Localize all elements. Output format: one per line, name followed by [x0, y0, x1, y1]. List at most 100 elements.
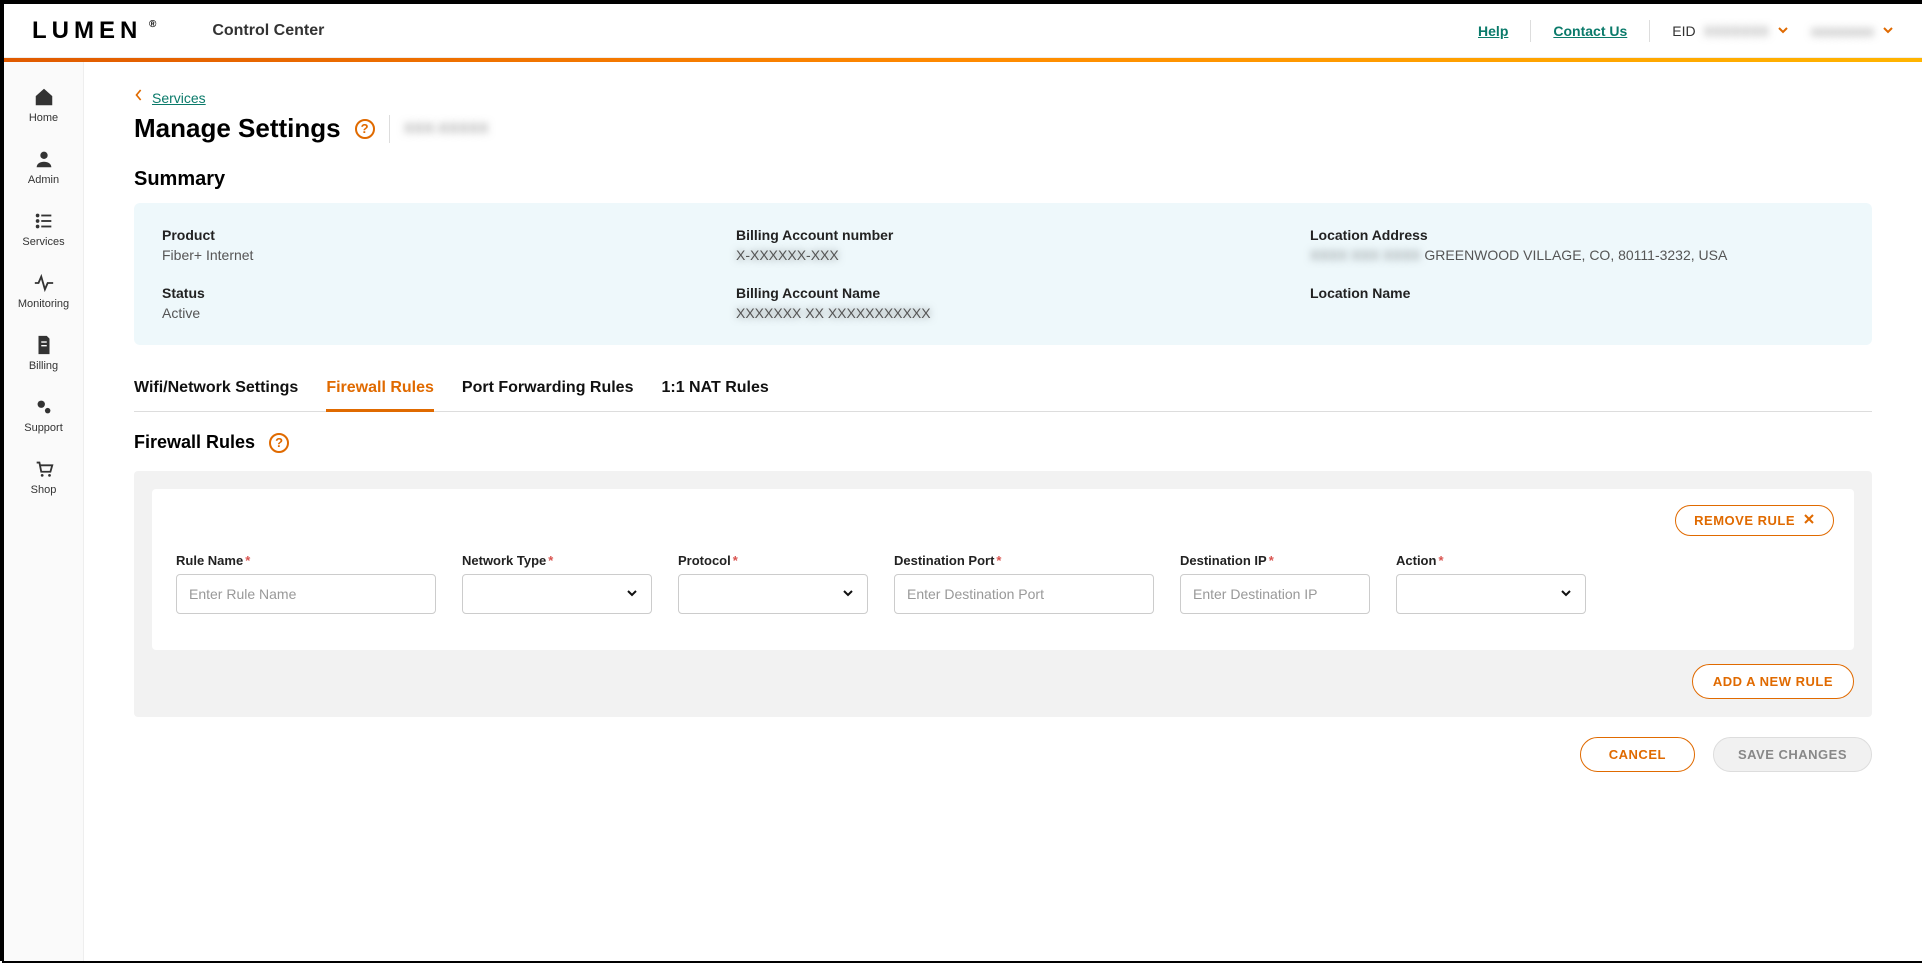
brand-text: LUMEN	[32, 17, 142, 44]
help-link[interactable]: Help	[1478, 23, 1508, 39]
divider	[1649, 20, 1650, 42]
action-select[interactable]	[1396, 574, 1586, 614]
eid-label: EID	[1672, 23, 1695, 39]
sidebar-item-label: Billing	[29, 360, 58, 372]
label: Location Name	[1310, 285, 1844, 301]
user-icon	[4, 148, 83, 170]
chevron-down-icon	[1559, 586, 1573, 603]
gears-icon	[4, 396, 83, 418]
value: X-XXXXXX-XXX	[736, 247, 1270, 263]
help-icon[interactable]: ?	[269, 433, 289, 453]
field-destination-ip: Destination IP*	[1180, 553, 1370, 614]
sidebar-item-billing[interactable]: Billing	[4, 324, 83, 386]
divider	[389, 115, 390, 143]
rules-container: REMOVE RULE Rule Name* Network Type*	[134, 471, 1872, 717]
sidebar-item-label: Services	[22, 236, 64, 248]
sidebar-item-shop[interactable]: Shop	[4, 448, 83, 510]
add-new-rule-button[interactable]: ADD A NEW RULE	[1692, 664, 1854, 699]
sidebar-item-home[interactable]: Home	[4, 76, 83, 138]
sidebar-item-admin[interactable]: Admin	[4, 138, 83, 200]
summary-heading: Summary	[134, 168, 1872, 191]
label: Product	[162, 227, 696, 243]
remove-rule-label: REMOVE RULE	[1694, 513, 1795, 528]
contact-link[interactable]: Contact Us	[1553, 23, 1627, 39]
sidebar-item-monitoring[interactable]: Monitoring	[4, 262, 83, 324]
summary-location-address: Location Address XXXX XXX XXXX GREENWOOD…	[1310, 227, 1844, 263]
activity-icon	[4, 272, 83, 294]
tab-firewall-rules[interactable]: Firewall Rules	[326, 369, 434, 412]
label: Action*	[1396, 553, 1586, 568]
eid-value: XXXXXXX	[1704, 23, 1769, 39]
summary-ban: Billing Account number X-XXXXXX-XXX	[736, 227, 1270, 263]
sidebar-item-label: Monitoring	[18, 298, 69, 310]
sidebar-item-label: Admin	[28, 174, 59, 186]
protocol-select[interactable]	[678, 574, 868, 614]
main-content: Services Manage Settings ? XXX-XXXXX Sum…	[84, 62, 1922, 961]
tab-port-forwarding[interactable]: Port Forwarding Rules	[462, 369, 634, 411]
close-icon	[1803, 513, 1815, 528]
field-protocol: Protocol*	[678, 553, 868, 614]
tab-wifi-network[interactable]: Wifi/Network Settings	[134, 369, 298, 411]
chevron-down-icon	[625, 586, 639, 603]
page-title-row: Manage Settings ? XXX-XXXXX	[134, 113, 1872, 144]
home-icon	[4, 86, 83, 108]
summary-card: Product Fiber+ Internet Billing Account …	[134, 203, 1872, 345]
sidebar-item-services[interactable]: Services	[4, 200, 83, 262]
label: Billing Account Name	[736, 285, 1270, 301]
user-menu[interactable]: xxxxxxxxx	[1811, 23, 1894, 39]
value: Active	[162, 305, 696, 321]
chevron-down-icon	[1882, 23, 1894, 39]
top-bar-left: LUMEN® Control Center	[32, 17, 324, 45]
add-rule-row: ADD A NEW RULE	[152, 664, 1854, 699]
brand-mark: ®	[149, 19, 156, 30]
value: XXXX XXX XXXX GREENWOOD VILLAGE, CO, 801…	[1310, 247, 1844, 263]
tab-nat-rules[interactable]: 1:1 NAT Rules	[661, 369, 768, 411]
tab-row: Wifi/Network Settings Firewall Rules Por…	[134, 369, 1872, 412]
summary-product: Product Fiber+ Internet	[162, 227, 696, 263]
addr-masked: XXXX XXX XXXX	[1310, 247, 1421, 263]
label: Billing Account number	[736, 227, 1270, 243]
destination-port-input[interactable]	[894, 574, 1154, 614]
brand-logo: LUMEN®	[32, 17, 152, 45]
network-type-select[interactable]	[462, 574, 652, 614]
divider	[1530, 20, 1531, 42]
app-shell: Home Admin Services Monitoring Billing S…	[4, 62, 1922, 961]
label: Status	[162, 285, 696, 301]
page-title: Manage Settings	[134, 113, 341, 144]
eid-selector[interactable]: EID XXXXXXX	[1672, 23, 1789, 39]
panel-title: Firewall Rules	[134, 432, 255, 453]
invoice-icon	[4, 334, 83, 356]
sidebar-item-label: Support	[24, 422, 63, 434]
summary-ban-name: Billing Account Name XXXXXXX XX XXXXXXXX…	[736, 285, 1270, 321]
rule-name-input[interactable]	[176, 574, 436, 614]
remove-rule-button[interactable]: REMOVE RULE	[1675, 505, 1834, 536]
destination-ip-input[interactable]	[1180, 574, 1370, 614]
chevron-down-icon	[841, 586, 855, 603]
save-changes-button[interactable]: SAVE CHANGES	[1713, 737, 1872, 772]
sidebar-item-label: Shop	[31, 484, 57, 496]
cancel-button[interactable]: CANCEL	[1580, 737, 1695, 772]
label: Rule Name*	[176, 553, 436, 568]
field-action: Action*	[1396, 553, 1586, 614]
field-destination-port: Destination Port*	[894, 553, 1154, 614]
breadcrumb-link[interactable]: Services	[152, 90, 206, 106]
service-id: XXX-XXXXX	[404, 120, 489, 137]
chevron-down-icon	[1777, 23, 1789, 39]
sidebar-item-support[interactable]: Support	[4, 386, 83, 448]
sidebar: Home Admin Services Monitoring Billing S…	[4, 62, 84, 961]
label: Protocol*	[678, 553, 868, 568]
user-name: xxxxxxxxx	[1811, 23, 1874, 39]
cart-icon	[4, 458, 83, 480]
top-bar-right: Help Contact Us EID XXXXXXX xxxxxxxxx	[1478, 20, 1894, 42]
chevron-left-icon	[134, 88, 144, 107]
breadcrumb: Services	[134, 88, 1872, 107]
rule-fields: Rule Name* Network Type* Protocol*	[176, 553, 1830, 614]
summary-status: Status Active	[162, 285, 696, 321]
field-rule-name: Rule Name*	[176, 553, 436, 614]
label: Location Address	[1310, 227, 1844, 243]
value: XXXXXXX XX XXXXXXXXXXX	[736, 305, 1270, 321]
action-row: CANCEL SAVE CHANGES	[134, 737, 1872, 772]
top-bar: LUMEN® Control Center Help Contact Us EI…	[4, 4, 1922, 58]
help-icon[interactable]: ?	[355, 119, 375, 139]
summary-location-name: Location Name	[1310, 285, 1844, 321]
